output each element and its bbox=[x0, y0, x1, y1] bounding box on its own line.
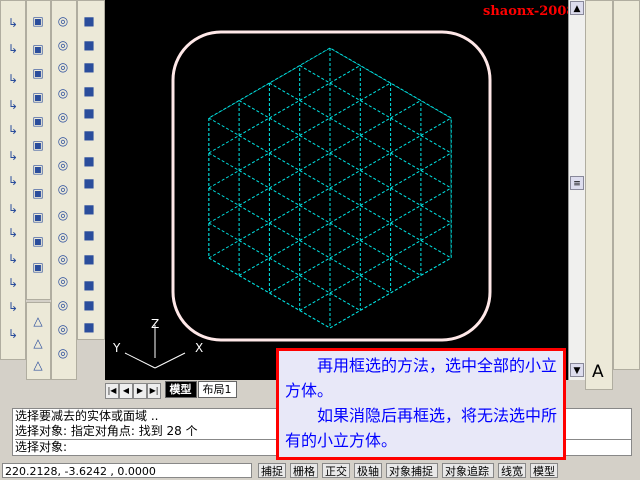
draw-toolbar bbox=[585, 0, 613, 390]
solid-edit-tool-icon[interactable]: ◎ bbox=[54, 156, 72, 174]
modify-toolbar bbox=[613, 0, 640, 370]
view-tool-icon[interactable]: ▣ bbox=[29, 258, 47, 276]
status-toggle-button[interactable]: 极轴 bbox=[354, 463, 382, 478]
view-tool-icon[interactable]: ▣ bbox=[29, 232, 47, 250]
annotation-text: 再用框选的方法，选中全部的小立方体。 bbox=[285, 356, 558, 400]
view-tool-icon[interactable]: ▣ bbox=[29, 40, 47, 58]
status-toggle-button[interactable]: 模型 bbox=[530, 463, 558, 478]
ucs-tool-icon[interactable]: ↳ bbox=[4, 298, 22, 316]
solid-tool-icon[interactable]: ■ bbox=[80, 318, 98, 336]
coordinates-readout: 220.2128, -3.6242 , 0.0000 bbox=[2, 463, 252, 478]
layout-tabs: |◀ ◀ ▶ ▶| 模型 布局1 bbox=[105, 381, 285, 399]
solid-edit-tool-icon[interactable]: ◎ bbox=[54, 228, 72, 246]
wire-edge bbox=[390, 292, 452, 328]
drawing-canvas[interactable]: Z X Y bbox=[105, 0, 568, 380]
tab-model[interactable]: 模型 bbox=[164, 381, 197, 398]
annotation-text: 如果消隐后再框选，将无法选中所有的小立方体。 bbox=[285, 406, 558, 450]
scroll-up-button[interactable]: ▲ bbox=[570, 1, 584, 15]
first-tab-button[interactable]: |◀ bbox=[105, 383, 119, 399]
solid-tool-icon[interactable]: ■ bbox=[80, 104, 98, 122]
solid-tool-icon[interactable]: ■ bbox=[80, 276, 98, 294]
drawing-svg: Z X Y bbox=[112, 30, 492, 369]
view-tool-icon[interactable]: ▣ bbox=[29, 12, 47, 30]
prev-tab-button[interactable]: ◀ bbox=[119, 383, 133, 399]
solid-tool-icon[interactable]: ■ bbox=[80, 126, 98, 144]
ucs-tool-icon[interactable]: ↳ bbox=[4, 325, 22, 343]
solid-tool-icon[interactable]: ■ bbox=[80, 36, 98, 54]
view-tool-icon[interactable]: ▣ bbox=[29, 208, 47, 226]
status-toggle-button[interactable]: 线宽 bbox=[498, 463, 526, 478]
shade-tool-icon[interactable]: △ bbox=[29, 334, 47, 352]
solid-tool-icon[interactable]: ■ bbox=[80, 174, 98, 192]
ucs-tool-icon[interactable]: ↳ bbox=[4, 40, 22, 58]
status-toggle-button[interactable]: 正交 bbox=[322, 463, 350, 478]
status-toggle-button[interactable]: 对象捕捉 bbox=[386, 463, 438, 478]
solid-edit-tool-icon[interactable]: ◎ bbox=[54, 36, 72, 54]
scroll-down-button[interactable]: ▼ bbox=[570, 363, 584, 377]
status-toggle-button[interactable]: 对象追踪 bbox=[442, 463, 494, 478]
last-tab-button[interactable]: ▶| bbox=[147, 383, 161, 399]
solid-edit-tool-icon[interactable]: ◎ bbox=[54, 320, 72, 338]
ucs-tool-icon[interactable]: ↳ bbox=[4, 70, 22, 88]
ucs-icon bbox=[124, 325, 186, 369]
solid-edit-tool-icon[interactable]: ◎ bbox=[54, 206, 72, 224]
ucs-tool-icon[interactable]: ↳ bbox=[4, 224, 22, 242]
ucs-tool-icon[interactable]: ↳ bbox=[4, 200, 22, 218]
shade-tool-icon[interactable]: △ bbox=[29, 356, 47, 374]
ucs-tool-icon[interactable]: ↳ bbox=[4, 274, 22, 292]
ucs-tool-icon[interactable]: ↳ bbox=[4, 96, 22, 114]
wire-edge bbox=[208, 48, 270, 84]
ucs-tool-icon[interactable]: ↳ bbox=[4, 14, 22, 32]
solid-edit-tool-icon[interactable]: ◎ bbox=[54, 58, 72, 76]
ucs-x-label: X bbox=[195, 341, 203, 355]
ucs-tool-icon[interactable]: ↳ bbox=[4, 250, 22, 268]
next-tab-button[interactable]: ▶ bbox=[133, 383, 147, 399]
view-tool-icon[interactable]: ▣ bbox=[29, 160, 47, 178]
solid-edit-tool-icon[interactable]: ◎ bbox=[54, 84, 72, 102]
ucs-y-label: Y bbox=[112, 341, 121, 355]
status-toggle-button[interactable]: 栅格 bbox=[290, 463, 318, 478]
solid-tool-icon[interactable]: ■ bbox=[80, 250, 98, 268]
solid-tool-icon[interactable]: ■ bbox=[80, 12, 98, 30]
shade-tool-icon[interactable]: △ bbox=[29, 312, 47, 330]
view-tool-icon[interactable]: ▣ bbox=[29, 64, 47, 82]
solid-tool-icon[interactable]: ■ bbox=[80, 296, 98, 314]
view-tool-icon[interactable]: ▣ bbox=[29, 136, 47, 154]
view-tool-icon[interactable]: ▣ bbox=[29, 88, 47, 106]
solid-tool-icon[interactable]: ■ bbox=[80, 58, 98, 76]
solid-tool-icon[interactable]: ■ bbox=[80, 226, 98, 244]
status-bar: 220.2128, -3.6242 , 0.0000 捕捉 栅格 正交 极轴 对象捕捉对… bbox=[0, 461, 640, 480]
solid-edit-tool-icon[interactable]: ◎ bbox=[54, 132, 72, 150]
solid-edit-tool-icon[interactable]: ◎ bbox=[54, 296, 72, 314]
ucs-tool-icon[interactable]: ↳ bbox=[4, 121, 22, 139]
scroll-thumb[interactable]: ≡ bbox=[570, 176, 584, 190]
solid-edit-tool-icon[interactable]: ◎ bbox=[54, 12, 72, 30]
status-toggle-button[interactable]: 捕捉 bbox=[258, 463, 286, 478]
text-tool-icon[interactable]: A bbox=[592, 362, 604, 382]
wire-edge bbox=[208, 292, 270, 328]
view-tool-icon[interactable]: ▣ bbox=[29, 112, 47, 130]
solid-edit-tool-icon[interactable]: ◎ bbox=[54, 180, 72, 198]
ucs-tool-icon[interactable]: ↳ bbox=[4, 147, 22, 165]
view-tool-icon[interactable]: ▣ bbox=[29, 184, 47, 202]
wire-edge bbox=[390, 48, 452, 84]
solid-tool-icon[interactable]: ■ bbox=[80, 200, 98, 218]
vertical-scrollbar[interactable]: ▲ ≡ ▼ bbox=[568, 0, 585, 380]
cube-wireframe bbox=[208, 48, 452, 328]
solid-tool-icon[interactable]: ■ bbox=[80, 152, 98, 170]
tab-layout1[interactable]: 布局1 bbox=[197, 381, 237, 398]
annotation-box: 再用框选的方法，选中全部的小立方体。 如果消隐后再框选，将无法选中所有的小立方体… bbox=[276, 348, 566, 460]
solid-edit-tool-icon[interactable]: ◎ bbox=[54, 272, 72, 290]
solid-edit-tool-icon[interactable]: ◎ bbox=[54, 250, 72, 268]
solid-tool-icon[interactable]: ■ bbox=[80, 82, 98, 100]
ucs-tool-icon[interactable]: ↳ bbox=[4, 172, 22, 190]
solid-edit-tool-icon[interactable]: ◎ bbox=[54, 344, 72, 362]
solid-edit-tool-icon[interactable]: ◎ bbox=[54, 108, 72, 126]
ucs-z-label: Z bbox=[151, 317, 159, 331]
